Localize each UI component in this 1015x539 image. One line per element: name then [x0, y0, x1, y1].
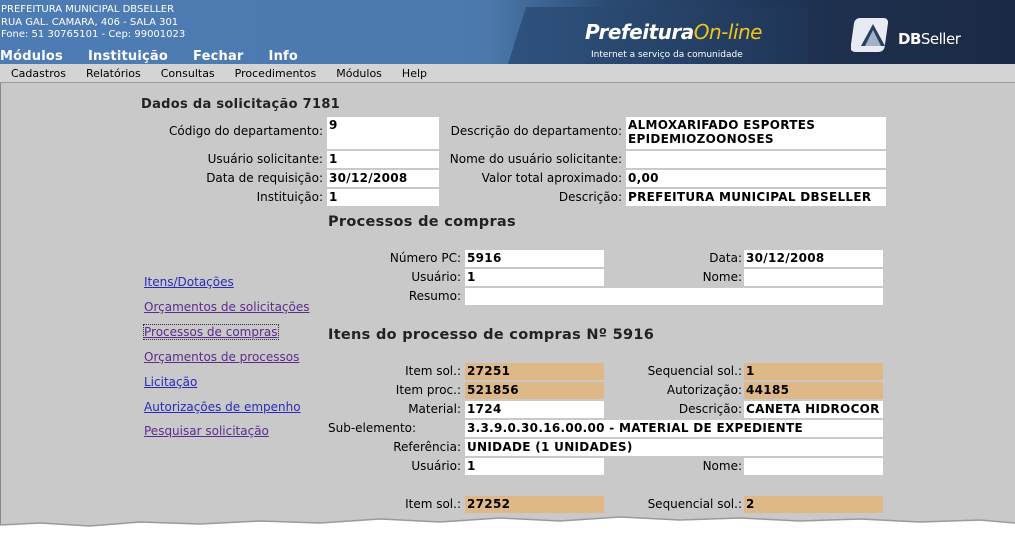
pc-usuario-label: Usuário:: [411, 270, 461, 284]
processos-title: Processos de compras: [328, 214, 516, 230]
logo-tagline: Internet a serviço da comunidade: [591, 50, 743, 60]
seq-sol-field[interactable]: 1: [744, 363, 883, 380]
menu-modulos[interactable]: Módulos: [326, 67, 392, 80]
material-field[interactable]: 1724: [465, 401, 604, 418]
subelemento-label: Sub-elemento:: [328, 421, 417, 435]
logo-online-text: On-line: [693, 20, 763, 44]
dbseller-logo-icon: [851, 18, 889, 52]
pc-usuario-field[interactable]: 1: [465, 269, 604, 286]
desc-dep-label: Descrição do departamento:: [450, 124, 622, 138]
institution-info: PREFEITURA MUNICIPAL DBSELLER RUA GAL. C…: [1, 4, 185, 42]
menu-consultas[interactable]: Consultas: [151, 67, 225, 80]
institution-name: PREFEITURA MUNICIPAL DBSELLER: [1, 4, 175, 15]
numero-pc-label: Número PC:: [389, 251, 461, 265]
top-menu-instituicao[interactable]: Instituição: [88, 49, 168, 65]
link-orcamentos-processos[interactable]: Orçamentos de processos: [144, 350, 299, 364]
usuario-solicitante-label: Usuário solicitante:: [207, 152, 323, 166]
item-proc-field[interactable]: 521856: [465, 382, 604, 399]
valor-total-label: Valor total aproximado:: [481, 171, 622, 185]
pc-resumo-field[interactable]: [465, 288, 883, 305]
link-autorizacoes-empenho[interactable]: Autorizações de empenho: [144, 400, 301, 414]
institution-address: RUA GAL. CAMARA, 406 - SALA 301: [1, 16, 179, 28]
main-content: Dados da solicitação 7181 Código do depa…: [0, 83, 1015, 539]
solicitacao-title: Dados da solicitação 7181: [141, 97, 341, 112]
numero-pc-field[interactable]: 5916: [465, 250, 604, 267]
link-pesquisar-solicitacao[interactable]: Pesquisar solicitação: [144, 424, 269, 438]
desc-dep-field[interactable]: ALMOXARIFADO ESPORTES EPIDEMIOZOONOSES: [626, 117, 886, 149]
link-licitacao[interactable]: Licitação: [144, 375, 197, 389]
valor-total-field[interactable]: 0,00: [626, 170, 886, 187]
torn-edge: [0, 516, 1015, 539]
seq-sol-label: Sequencial sol.:: [647, 364, 742, 378]
pc-nome-field[interactable]: [744, 269, 883, 286]
logo-prefeitura-text: Prefeitura: [585, 20, 694, 44]
instituicao-label: Instituição:: [256, 190, 323, 204]
material-label: Material:: [408, 402, 461, 416]
menu-help[interactable]: Help: [392, 67, 437, 80]
cod-dep-field[interactable]: 9: [327, 117, 439, 149]
item-proc-label: Item proc.:: [395, 383, 461, 397]
menu-relatorios[interactable]: Relatórios: [76, 67, 151, 80]
pc-data-label: Data:: [709, 251, 742, 265]
data-requisicao-field[interactable]: 30/12/2008: [327, 170, 439, 187]
usuario-solicitante-field[interactable]: 1: [327, 151, 439, 168]
data-requisicao-label: Data de requisição:: [206, 171, 323, 185]
link-orcamentos-solicitacoes[interactable]: Orçamentos de solicitações: [144, 300, 310, 314]
desc-dep-line1: ALMOXARIFADO ESPORTES: [628, 118, 816, 132]
app-header: PREFEITURA MUNICIPAL DBSELLER RUA GAL. C…: [0, 0, 1015, 64]
item-sol-field[interactable]: 27251: [465, 363, 604, 380]
top-menu-modulos[interactable]: Módulos: [0, 49, 63, 65]
top-menu-fechar[interactable]: Fechar: [193, 49, 244, 65]
item-descricao-field[interactable]: CANETA HIDROCOR: [744, 401, 883, 418]
link-itens-dotacoes[interactable]: Itens/Dotações: [144, 275, 234, 289]
menu-procedimentos[interactable]: Procedimentos: [225, 67, 327, 80]
item-nome-label: Nome:: [702, 459, 742, 473]
top-menu: Módulos Instituição Fechar Info: [0, 49, 323, 65]
top-menu-info[interactable]: Info: [269, 49, 298, 65]
institution-phone: Fone: 51 30765101 - Cep: 99001023: [1, 29, 186, 40]
pc-data-field[interactable]: 30/12/2008: [744, 250, 883, 267]
descricao-field[interactable]: PREFEITURA MUNICIPAL DBSELLER: [626, 189, 886, 206]
menu-bar: Cadastros Relatórios Consultas Procedime…: [0, 64, 1015, 83]
itens-title: Itens do processo de compras Nº 5916: [328, 327, 655, 343]
item-nome-field[interactable]: [744, 458, 883, 475]
dbseller-logo-text: DBSeller: [898, 30, 961, 48]
link-processos-compras[interactable]: Processos de compras: [143, 324, 279, 340]
referencia-label: Referência:: [393, 440, 461, 454]
nome-usuario-label: Nome do usuário solicitante:: [449, 152, 622, 166]
referencia-field[interactable]: UNIDADE (1 UNIDADES): [465, 439, 883, 456]
nome-usuario-field[interactable]: [626, 151, 886, 168]
pc-nome-label: Nome:: [702, 270, 742, 284]
autorizacao-label: Autorização:: [666, 383, 742, 397]
autorizacao-field[interactable]: 44185: [744, 382, 883, 399]
prefeitura-online-logo: PrefeituraOn-line Internet a serviço da …: [585, 20, 763, 60]
item-usuario-field[interactable]: 1: [465, 458, 604, 475]
pc-resumo-label: Resumo:: [408, 289, 461, 303]
menu-cadastros[interactable]: Cadastros: [0, 67, 76, 80]
subelemento-field[interactable]: 3.3.9.0.30.16.00.00 - MATERIAL DE EXPEDI…: [465, 420, 883, 437]
item-usuario-label: Usuário:: [411, 459, 461, 473]
instituicao-field[interactable]: 1: [327, 189, 439, 206]
item-sol-label: Item sol.:: [405, 364, 461, 378]
item-descricao-label: Descrição:: [678, 402, 742, 416]
desc-dep-line2: EPIDEMIOZOONOSES: [628, 132, 774, 146]
cod-dep-label: Código do departamento:: [169, 124, 323, 138]
descricao-label: Descrição:: [558, 190, 622, 204]
